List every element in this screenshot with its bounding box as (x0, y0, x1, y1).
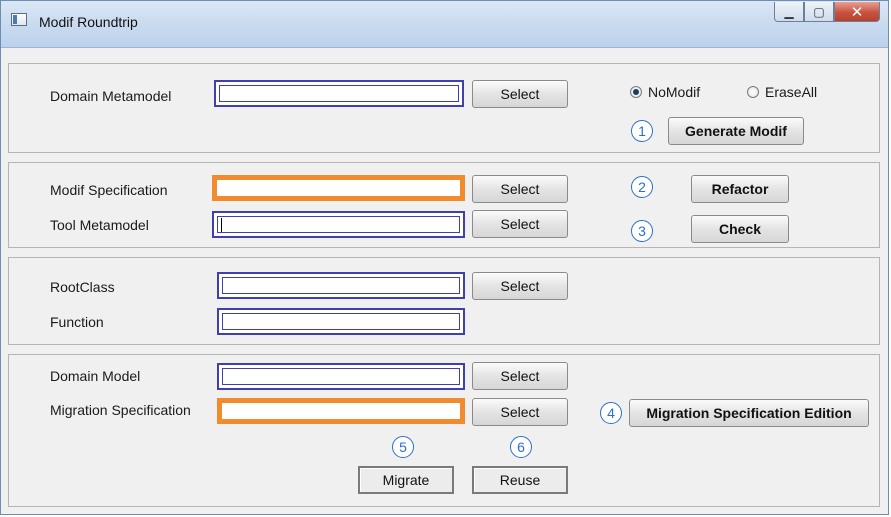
text-caret (221, 218, 222, 232)
tool-metamodel-select-button[interactable]: Select (472, 210, 568, 238)
migrate-button[interactable]: Migrate (358, 466, 454, 494)
domain-model-input[interactable] (223, 368, 459, 385)
radio-unselected-icon (747, 86, 759, 98)
function-field[interactable] (217, 308, 465, 335)
rootclass-input[interactable] (223, 277, 459, 294)
generate-modif-button[interactable]: Generate Modif (668, 117, 804, 145)
domain-model-panel: Domain Model Select Migration Specificat… (8, 354, 880, 507)
tool-metamodel-field[interactable] (212, 211, 465, 238)
domain-model-label: Domain Model (50, 368, 141, 384)
modif-specification-select-button[interactable]: Select (472, 175, 568, 203)
function-input[interactable] (223, 313, 459, 330)
step-6-badge: 6 (510, 436, 532, 458)
refactor-button[interactable]: Refactor (691, 175, 789, 203)
step-4-badge: 4 (600, 402, 622, 424)
radio-selected-icon (630, 86, 642, 98)
maximize-button[interactable]: ▢ (804, 2, 834, 22)
radio-nomodif-label: NoModif (648, 84, 701, 100)
check-button[interactable]: Check (691, 215, 789, 243)
app-window-icon (11, 13, 27, 26)
migration-specification-select-button[interactable]: Select (472, 398, 568, 426)
step-3-badge: 3 (631, 220, 653, 242)
modif-specification-field[interactable] (212, 175, 465, 201)
rootclass-field[interactable] (217, 272, 465, 299)
minimize-button[interactable]: ▁ (774, 2, 804, 22)
migration-specification-edition-button[interactable]: Migration Specification Edition (629, 399, 869, 427)
domain-model-field[interactable] (217, 363, 465, 390)
radio-nomodif[interactable]: NoModif (630, 84, 700, 100)
minimize-icon: ▁ (784, 4, 794, 19)
step-1-badge: 1 (631, 120, 653, 142)
caption-buttons: ▁ ▢ ✕ (774, 2, 880, 24)
tool-metamodel-label: Tool Metamodel (50, 217, 149, 233)
close-icon: ✕ (850, 3, 864, 21)
title-bar[interactable]: Modif Roundtrip ▁ ▢ ✕ (1, 1, 888, 48)
modif-specification-input[interactable] (221, 183, 456, 193)
reuse-button[interactable]: Reuse (472, 466, 568, 494)
radio-eraseall[interactable]: EraseAll (747, 84, 817, 100)
step-5-badge: 5 (392, 436, 414, 458)
function-label: Function (50, 314, 104, 330)
domain-metamodel-select-button[interactable]: Select (472, 80, 568, 108)
modif-roundtrip-window: Modif Roundtrip ▁ ▢ ✕ Domain Metamodel S… (0, 0, 889, 515)
rootclass-panel: RootClass Select Function (8, 257, 880, 345)
step-2-badge: 2 (631, 176, 653, 198)
maximize-icon: ▢ (813, 4, 825, 19)
rootclass-label: RootClass (50, 279, 115, 295)
rootclass-select-button[interactable]: Select (472, 272, 568, 300)
domain-metamodel-label: Domain Metamodel (50, 88, 172, 104)
migration-specification-input[interactable] (226, 406, 456, 416)
domain-metamodel-panel: Domain Metamodel Select NoModif EraseAll… (8, 63, 880, 153)
migration-specification-label: Migration Specification (50, 402, 191, 418)
radio-eraseall-label: EraseAll (765, 84, 818, 100)
window-title: Modif Roundtrip (39, 14, 138, 30)
migration-specification-field[interactable] (217, 398, 465, 424)
domain-model-select-button[interactable]: Select (472, 362, 568, 390)
domain-metamodel-input[interactable] (220, 85, 458, 102)
modif-specification-label: Modif Specification (50, 182, 168, 198)
close-button[interactable]: ✕ (834, 2, 880, 22)
specification-panel: Modif Specification Select Tool Metamode… (8, 162, 880, 248)
domain-metamodel-field[interactable] (214, 80, 464, 107)
